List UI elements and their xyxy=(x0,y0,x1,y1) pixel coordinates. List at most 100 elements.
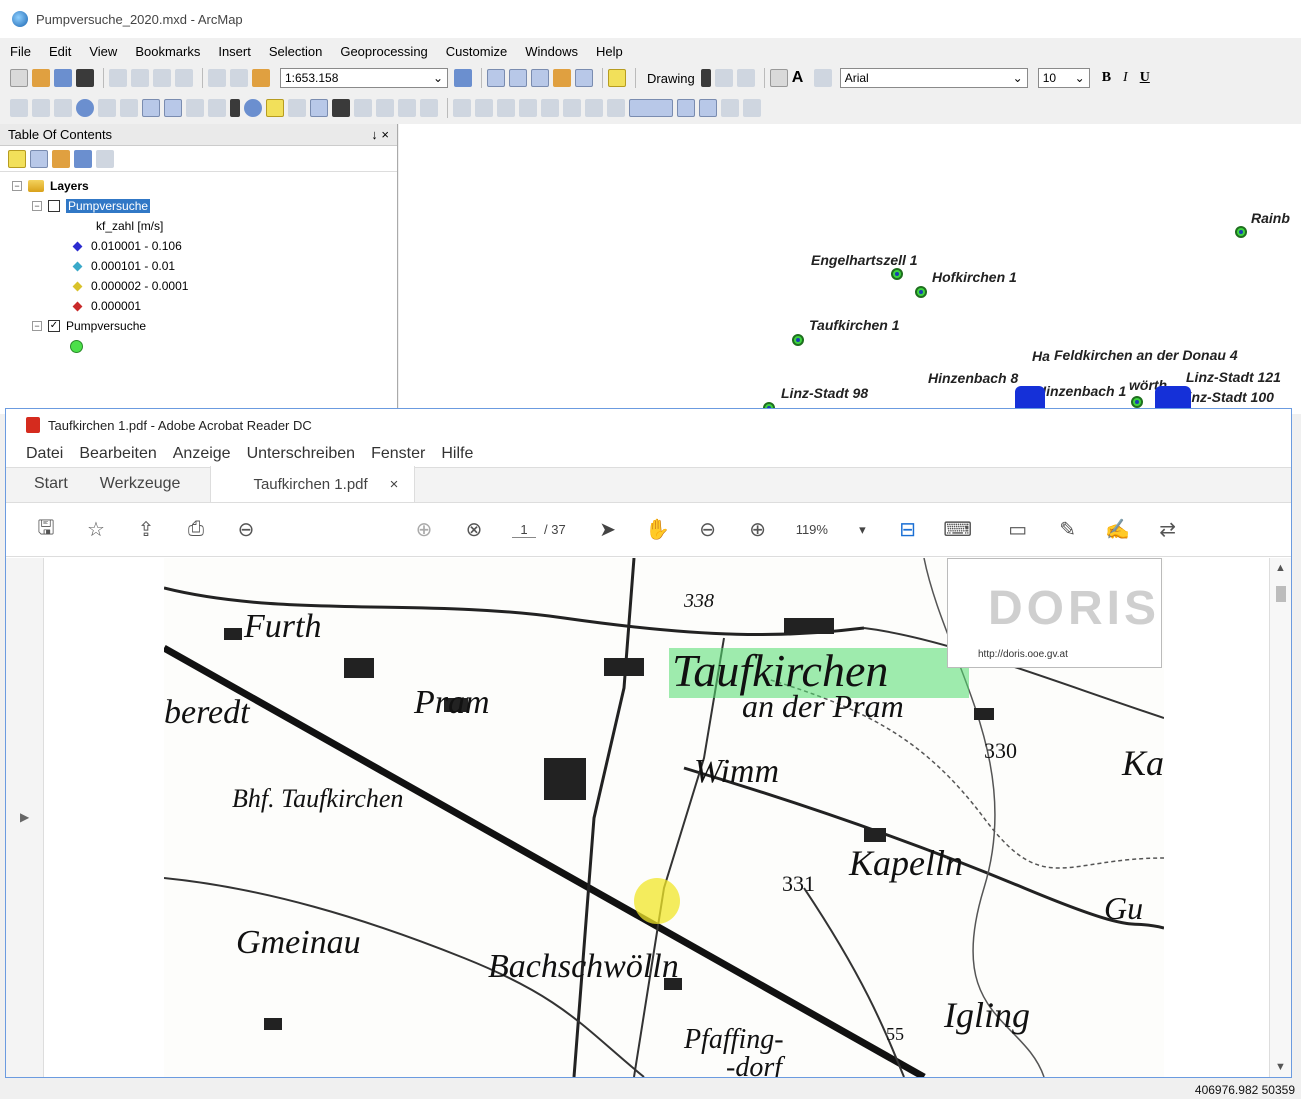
menu-unterschreiben[interactable]: Unterschreiben xyxy=(247,445,356,463)
paste-icon[interactable] xyxy=(153,69,171,87)
scroll-up-icon[interactable]: ▲ xyxy=(1275,562,1286,574)
clear-selection-icon[interactable] xyxy=(208,99,226,117)
data-driven-pages-icon[interactable] xyxy=(743,99,761,117)
menu-datei[interactable]: Datei xyxy=(26,445,63,463)
legend-class-row[interactable]: 0.010001 - 0.106 xyxy=(12,236,397,256)
html-popup-icon[interactable] xyxy=(288,99,306,117)
menu-fenster[interactable]: Fenster xyxy=(371,445,425,463)
legend-class-row[interactable]: 0.000101 - 0.01 xyxy=(12,256,397,276)
italic-button[interactable]: I xyxy=(1123,70,1128,86)
map-scale-combobox[interactable]: 1:653.158 ⌄ xyxy=(280,68,448,88)
layout-zoom-out-icon[interactable] xyxy=(475,99,493,117)
menu-customize[interactable]: Customize xyxy=(446,44,507,59)
layer-visibility-checkbox[interactable]: ✓ xyxy=(48,320,60,332)
save-icon[interactable]: 🖫 xyxy=(34,517,58,542)
expand-pane-icon[interactable]: ▶ xyxy=(20,810,29,824)
select-cursor-icon[interactable]: ➤ xyxy=(596,518,620,542)
measure-icon[interactable] xyxy=(310,99,328,117)
zoom-whole-page-icon[interactable] xyxy=(736,69,755,87)
new-document-icon[interactable] xyxy=(10,69,28,87)
callout-icon[interactable] xyxy=(813,69,832,87)
tab-werkzeuge[interactable]: Werkzeuge xyxy=(84,466,197,502)
font-name-combobox[interactable]: Arial ⌄ xyxy=(839,68,1028,88)
collapse-icon[interactable]: − xyxy=(32,321,42,331)
menu-insert[interactable]: Insert xyxy=(218,44,251,59)
fixed-zoom-out-icon[interactable] xyxy=(120,99,138,117)
search-window-icon[interactable] xyxy=(531,69,549,87)
save-icon[interactable] xyxy=(54,69,72,87)
layout-full-icon[interactable] xyxy=(519,99,537,117)
layout-zoom-combobox[interactable] xyxy=(629,99,673,117)
next-page-icon[interactable]: ⊗ xyxy=(462,518,486,542)
layout-fixed-out-icon[interactable] xyxy=(563,99,581,117)
viewer-window-icon[interactable] xyxy=(420,99,438,117)
select-arrow-icon[interactable] xyxy=(230,99,240,117)
focus-data-frame-icon[interactable] xyxy=(699,99,717,117)
toggle-draft-icon[interactable] xyxy=(677,99,695,117)
toc-options-icon[interactable] xyxy=(96,149,114,168)
toc-layers-root[interactable]: − Layers xyxy=(12,176,397,196)
list-by-visibility-icon[interactable] xyxy=(52,149,70,168)
vertical-scrollbar[interactable]: ▲ ▼ xyxy=(1269,558,1291,1077)
find-route-icon[interactable] xyxy=(354,99,372,117)
zoom-out-icon[interactable]: ⊖ xyxy=(696,518,720,542)
time-slider-icon[interactable] xyxy=(398,99,416,117)
bookmark-star-icon[interactable]: ☆ xyxy=(84,518,108,542)
collapse-icon[interactable]: − xyxy=(32,201,42,211)
copy-icon[interactable] xyxy=(131,69,149,87)
undo-icon[interactable] xyxy=(208,69,226,87)
collapse-icon[interactable]: − xyxy=(12,181,22,191)
drawing-menu[interactable]: Drawing xyxy=(647,71,695,86)
layout-fixed-in-icon[interactable] xyxy=(541,99,559,117)
well-point[interactable] xyxy=(915,286,927,298)
well-point[interactable] xyxy=(1131,396,1143,408)
well-point[interactable] xyxy=(1235,226,1247,238)
layout-back-icon[interactable] xyxy=(585,99,603,117)
well-location-marker[interactable] xyxy=(634,878,680,924)
rotate-icon[interactable] xyxy=(714,69,733,87)
list-by-selection-icon[interactable] xyxy=(74,149,92,168)
text-tool-icon[interactable]: A xyxy=(792,69,810,87)
fit-page-icon[interactable]: ⊟ xyxy=(896,518,920,542)
well-point[interactable] xyxy=(792,334,804,346)
zoom-in-icon[interactable] xyxy=(10,99,28,117)
open-folder-icon[interactable] xyxy=(32,69,50,87)
identify-icon[interactable] xyxy=(244,99,262,117)
fixed-zoom-in-icon[interactable] xyxy=(98,99,116,117)
legend-symbol-row[interactable] xyxy=(12,336,397,356)
underline-button[interactable]: U xyxy=(1140,70,1150,86)
scrollbar-thumb[interactable] xyxy=(1276,586,1286,602)
menu-file[interactable]: File xyxy=(10,44,31,59)
redo-icon[interactable] xyxy=(230,69,248,87)
layout-pan-icon[interactable] xyxy=(497,99,515,117)
delete-icon[interactable] xyxy=(175,69,193,87)
hyperlink-icon[interactable] xyxy=(266,99,284,117)
well-point[interactable] xyxy=(891,268,903,280)
keyboard-icon[interactable]: ⌨ xyxy=(943,518,972,542)
zoom-combobox[interactable]: 119% ▾ xyxy=(796,522,866,538)
tab-document[interactable]: Taufkirchen 1.pdf × xyxy=(210,466,416,502)
menu-anzeige[interactable]: Anzeige xyxy=(173,445,231,463)
comment-icon[interactable]: ▭ xyxy=(1006,518,1030,542)
find-icon[interactable] xyxy=(332,99,350,117)
menu-bookmarks[interactable]: Bookmarks xyxy=(135,44,200,59)
print-icon[interactable]: ⎙ xyxy=(184,518,208,542)
select-features-icon[interactable] xyxy=(186,99,204,117)
previous-page-icon[interactable]: ⊕ xyxy=(412,518,436,542)
menu-hilfe[interactable]: Hilfe xyxy=(441,445,473,463)
go-to-xy-icon[interactable] xyxy=(376,99,394,117)
page-number-input[interactable]: 1 xyxy=(512,522,536,538)
menu-selection[interactable]: Selection xyxy=(269,44,322,59)
pan-icon[interactable] xyxy=(54,99,72,117)
bold-button[interactable]: B xyxy=(1102,70,1111,86)
upload-cloud-icon[interactable]: ⇪ xyxy=(134,518,158,542)
full-extent-icon[interactable] xyxy=(76,99,94,117)
menu-edit[interactable]: Edit xyxy=(49,44,71,59)
toc-layer-pumpversuche-1[interactable]: − Pumpversuche xyxy=(12,196,397,216)
menu-bearbeiten[interactable]: Bearbeiten xyxy=(79,445,156,463)
tab-start[interactable]: Start xyxy=(18,466,84,502)
layer-name[interactable]: Pumpversuche xyxy=(66,199,151,213)
print-icon[interactable] xyxy=(76,69,94,87)
menu-help[interactable]: Help xyxy=(596,44,623,59)
share-icon[interactable]: ⇄ xyxy=(1156,518,1180,542)
